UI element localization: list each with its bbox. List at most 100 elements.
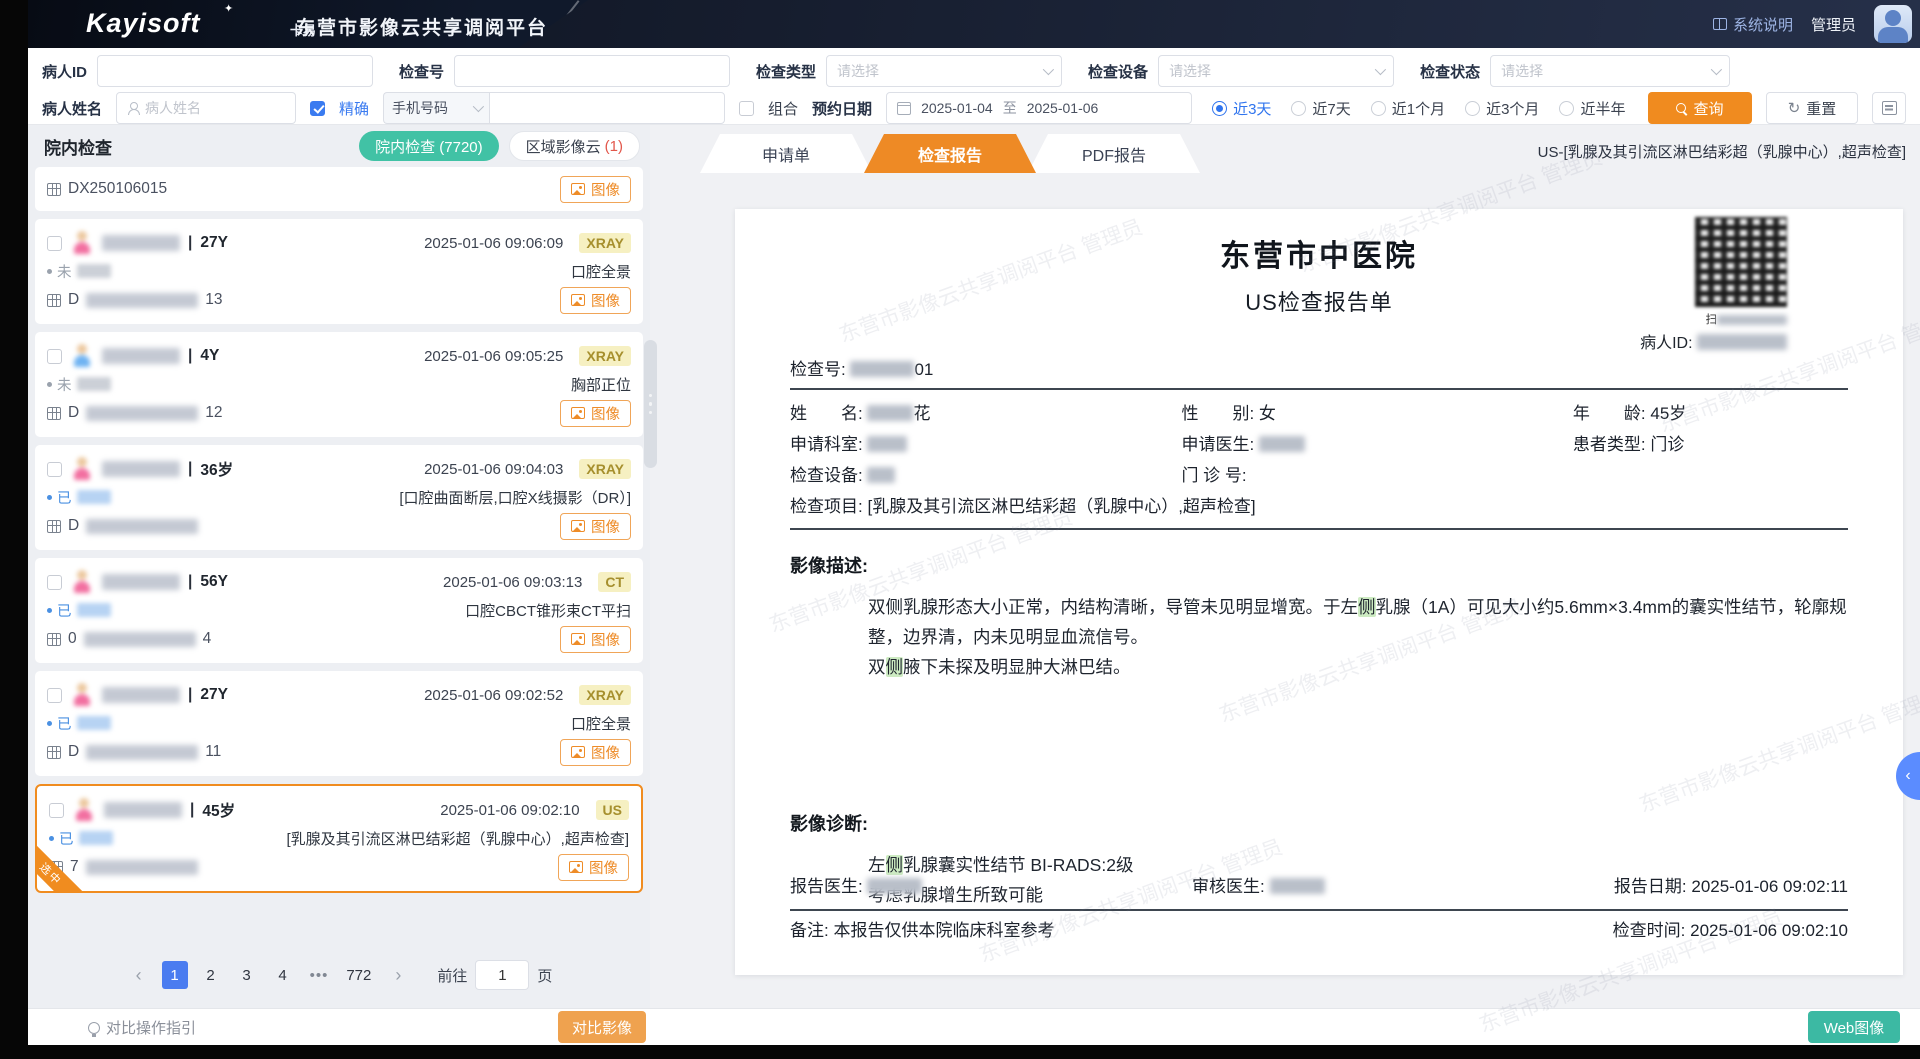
- exam-id-redacted: [86, 745, 198, 760]
- exam-checkbox[interactable]: [47, 462, 62, 477]
- device-label: 检查设备: [1088, 61, 1148, 82]
- patient-avatar: [70, 343, 94, 369]
- patient-name-redacted: [102, 687, 180, 703]
- phone-input[interactable]: [489, 92, 725, 124]
- exam-description: 口腔全景: [571, 713, 631, 734]
- separator: |: [188, 234, 192, 252]
- status-placeholder: 请选择: [1501, 61, 1543, 81]
- exam-list-item[interactable]: | 27Y 2025-01-06 09:06:09 XRAY 未 口腔全景: [35, 219, 643, 324]
- page-4[interactable]: 4: [270, 961, 296, 989]
- device-select[interactable]: 请选择: [1158, 55, 1394, 87]
- exam-checkbox[interactable]: [47, 349, 62, 364]
- range-3m-radio[interactable]: 近3个月: [1465, 98, 1539, 119]
- patient-avatar: [70, 230, 94, 256]
- page-1[interactable]: 1: [162, 961, 188, 989]
- separator: |: [188, 460, 192, 478]
- exam-checkbox[interactable]: [47, 236, 62, 251]
- image-button[interactable]: 图像: [560, 400, 631, 427]
- study-type-select[interactable]: 请选择: [826, 55, 1062, 87]
- tab-regional-cloud[interactable]: 区域影像云 (1): [509, 131, 640, 161]
- header-right: 系统说明 管理员: [1713, 0, 1912, 48]
- system-help-label: 系统说明: [1733, 14, 1793, 35]
- view-toggle-button[interactable]: [1872, 92, 1906, 124]
- page-2[interactable]: 2: [198, 961, 224, 989]
- range-6m-radio[interactable]: 近半年: [1559, 98, 1625, 119]
- patient-name-field[interactable]: 病人姓名: [116, 92, 296, 124]
- combo-checkbox[interactable]: [739, 101, 754, 116]
- exact-checkbox[interactable]: [310, 101, 325, 116]
- system-help-link[interactable]: 系统说明: [1713, 14, 1793, 35]
- tab-request-form[interactable]: 申请单: [700, 134, 872, 173]
- reset-button[interactable]: ↻ 重置: [1766, 92, 1858, 124]
- page-3[interactable]: 3: [234, 961, 260, 989]
- patient-avatar: [70, 456, 94, 482]
- range-3d-radio[interactable]: 近3天: [1212, 98, 1271, 119]
- review-doctor: 审核医生:: [1192, 872, 1594, 897]
- compare-guide-link[interactable]: 对比操作指引: [88, 1017, 196, 1038]
- study-no-input[interactable]: [454, 55, 730, 87]
- picture-icon: [571, 183, 585, 195]
- image-button[interactable]: 图像: [560, 626, 631, 653]
- search-button[interactable]: 查询: [1648, 92, 1752, 124]
- exam-list-item-selected[interactable]: | 45岁 2025-01-06 09:02:10 US 已 [乳腺及其引流区淋…: [35, 784, 643, 893]
- radio-icon: [1465, 101, 1480, 116]
- report-description: 双侧乳腺形态大小正常，内结构清晰，导管未见明显增宽。于左侧乳腺（1A）可见大小约…: [868, 592, 1848, 682]
- page-ellipsis[interactable]: •••: [306, 961, 333, 989]
- exam-checkbox[interactable]: [47, 575, 62, 590]
- divider: [790, 528, 1848, 530]
- patient-id-input[interactable]: [97, 55, 373, 87]
- goto-page-input[interactable]: [475, 960, 529, 990]
- report-doctor: 报告医生:: [790, 872, 1192, 897]
- brand-logo: Kayisoft: [86, 8, 201, 39]
- range-7d-radio[interactable]: 近7天: [1291, 98, 1350, 119]
- exam-list-item-partial[interactable]: DX250106015 图像: [35, 167, 643, 211]
- prev-page-button[interactable]: ‹: [126, 961, 152, 989]
- image-button[interactable]: 图像: [560, 513, 631, 540]
- image-button[interactable]: 图像: [558, 854, 629, 881]
- date-separator: 至: [1003, 98, 1017, 118]
- picture-icon: [571, 407, 585, 419]
- status-select[interactable]: 请选择: [1490, 55, 1730, 87]
- exact-label[interactable]: 精确: [339, 98, 369, 119]
- web-image-button[interactable]: Web图像: [1808, 1011, 1900, 1043]
- report-date: 报告日期: 2025-01-06 09:02:11: [1594, 872, 1848, 897]
- combo-label[interactable]: 组合: [768, 98, 798, 119]
- image-button[interactable]: 图像: [560, 739, 631, 766]
- phone-type-select[interactable]: 手机号码: [383, 92, 489, 124]
- redacted-text: [867, 467, 895, 483]
- exam-list-item[interactable]: | 56Y 2025-01-06 09:03:13 CT 已 口腔CBCT锥形束…: [35, 558, 643, 663]
- avatar[interactable]: [1874, 5, 1912, 43]
- page-772[interactable]: 772: [342, 961, 375, 989]
- compare-images-button[interactable]: 对比影像: [558, 1011, 646, 1043]
- tab-hospital-exams[interactable]: 院内检查 (7720): [359, 131, 499, 161]
- exam-checkbox[interactable]: [47, 688, 62, 703]
- patient-avatar: [70, 682, 94, 708]
- patient-age: 27Y: [200, 234, 228, 252]
- exam-list-item[interactable]: | 4Y 2025-01-06 09:05:25 XRAY 未 胸部正位: [35, 332, 643, 437]
- patient-age: 56Y: [200, 573, 228, 591]
- field-device: 检查设备:: [790, 461, 1181, 486]
- date-range-picker[interactable]: 2025-01-04 至 2025-01-06: [886, 92, 1192, 124]
- exam-checkbox[interactable]: [49, 803, 64, 818]
- status-redacted: [77, 377, 111, 391]
- panel-resize-handle[interactable]: [644, 340, 657, 468]
- exam-datetime: 2025-01-06 09:06:09: [424, 235, 563, 252]
- exam-list-item[interactable]: | 27Y 2025-01-06 09:02:52 XRAY 已 口腔全景: [35, 671, 643, 776]
- next-page-button[interactable]: ›: [385, 961, 411, 989]
- image-button[interactable]: 图像: [560, 176, 631, 203]
- report-description-title: 影像描述:: [790, 552, 1848, 578]
- document-icon: [1713, 18, 1727, 30]
- layout-icon: [1882, 101, 1897, 115]
- patient-name-redacted: [102, 574, 180, 590]
- exam-list-item[interactable]: | 36岁 2025-01-06 09:04:03 XRAY 已 [口腔曲面断层…: [35, 445, 643, 550]
- tab-pdf-report[interactable]: PDF报告: [1028, 134, 1200, 173]
- image-button[interactable]: 图像: [560, 287, 631, 314]
- study-no-label: 检查号: [399, 61, 444, 82]
- range-1m-radio[interactable]: 近1个月: [1371, 98, 1445, 119]
- exam-id-redacted: [86, 293, 198, 308]
- screen: Kayisoft ✦ 卡易 东营市影像云共享调阅平台 系统说明 管理员 病人ID: [0, 0, 1920, 1059]
- bottom-bar: 对比操作指引 对比影像 Web图像: [28, 1008, 1920, 1045]
- picture-icon: [571, 520, 585, 532]
- tab-exam-report[interactable]: 检查报告: [864, 134, 1036, 173]
- refresh-icon: ↻: [1788, 99, 1801, 117]
